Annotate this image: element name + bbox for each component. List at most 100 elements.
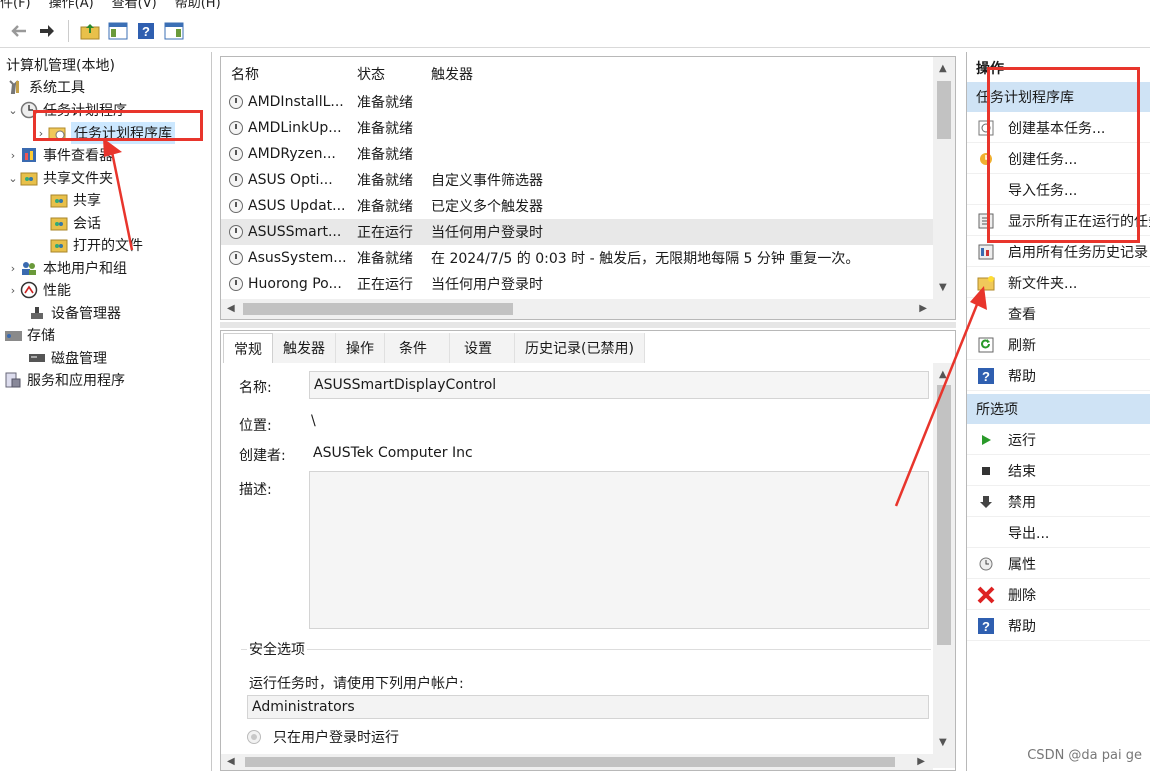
author-label: 创建者: [239,448,286,464]
task-row[interactable]: AsusSystem... 准备就绪 在 2024/7/5 的 0:03 时 - 触… [221,245,933,271]
column-header-name[interactable]: 名称 [231,61,341,87]
forward-arrow-icon[interactable] [36,20,58,42]
menu-file[interactable]: 件(F) [0,0,31,11]
description-field[interactable] [309,471,929,629]
chevron-right-icon[interactable]: › [6,262,20,275]
action-item[interactable]: 查看 [967,299,1150,329]
scroll-right-icon[interactable]: ▶ [919,303,927,314]
tools-icon [6,79,24,95]
tree-item-open-files[interactable]: 打开的文件 [50,234,143,256]
chevron-right-icon[interactable]: › [34,127,48,140]
tree-item-storage[interactable]: 存储 [4,324,55,346]
task-row[interactable]: AMDLinkUp... 准备就绪 [221,115,933,141]
task-name: ASUS Opti... [248,172,333,188]
chevron-down-icon[interactable]: ⌄ [6,104,20,117]
tree-item-event-viewer[interactable]: › 事件查看器 [6,144,113,166]
tab-conditions[interactable]: 条件 [385,333,450,363]
tree-item-device-manager[interactable]: 设备管理器 [28,302,121,324]
tree-item-computer-management[interactable]: 计算机管理(本地) [6,54,115,76]
action-item[interactable]: 删除 [967,580,1150,610]
tree-item-performance[interactable]: › 性能 [6,279,71,301]
actions-section-selected[interactable]: 所选项 [967,394,1150,424]
tree-item-task-library[interactable]: › 任务计划程序库 [34,122,175,144]
action-item[interactable]: ? 帮助 [967,361,1150,391]
run-as-user-field[interactable]: Administrators [247,695,929,719]
scrollbar-thumb[interactable] [243,303,513,315]
action-label: 显示所有正在运行的任务 [1008,213,1150,230]
help-icon[interactable]: ? [135,20,157,42]
task-row[interactable]: Huorong Po... 正在运行 当任何用户登录时 [221,271,933,297]
radio-button[interactable] [247,730,261,744]
details-horizontal-scrollbar[interactable]: ◀ ▶ [221,754,933,770]
tab-general[interactable]: 常规 [223,333,273,363]
actions-section-library[interactable]: 任务计划程序库 [967,82,1150,112]
scroll-up-icon[interactable]: ▲ [939,369,947,380]
action-item[interactable]: 创建任务... [967,144,1150,174]
tree-item-local-users[interactable]: › 本地用户和组 [6,257,127,279]
task-row[interactable]: AMDInstallL... 准备就绪 [221,89,933,115]
chevron-right-icon[interactable]: › [6,284,20,297]
action-item[interactable]: 启用所有任务历史记录 [967,237,1150,267]
action-label: 删除 [1008,587,1036,604]
action-item[interactable]: 禁用 [967,487,1150,517]
tree-item-shares[interactable]: 共享 [50,189,101,211]
back-arrow-icon[interactable] [8,20,30,42]
tree-item-shared-folders[interactable]: ⌄ 共享文件夹 [6,167,113,189]
action-item[interactable]: ? 帮助 [967,611,1150,641]
menu-view[interactable]: 查看(V) [112,0,157,11]
scrollbar-thumb[interactable] [937,385,951,645]
chevron-down-icon[interactable]: ⌄ [6,172,20,185]
create-task-icon [976,149,996,169]
svg-text:?: ? [982,619,990,634]
up-folder-icon[interactable] [79,20,101,42]
task-name: AMDInstallL... [248,94,344,110]
column-header-trigger[interactable]: 触发器 [431,61,631,87]
scrollbar-thumb[interactable] [937,81,951,139]
scroll-up-icon[interactable]: ▲ [939,63,947,74]
horizontal-scrollbar[interactable]: ◀ ▶ [221,299,955,319]
action-item[interactable]: 新文件夹... [967,268,1150,298]
task-status: 准备就绪 [357,95,413,111]
tree-item-disk-management[interactable]: 磁盘管理 [28,347,107,369]
pane-splitter[interactable] [220,322,956,328]
tree-item-services-apps[interactable]: 服务和应用程序 [4,369,125,391]
tab-actions[interactable]: 操作 [336,333,385,363]
tree-item-task-scheduler[interactable]: ⌄ 任务计划程序 [6,99,127,121]
scroll-left-icon[interactable]: ◀ [227,756,235,767]
scrollbar-thumb[interactable] [245,757,895,767]
column-header-status[interactable]: 状态 [357,61,427,87]
tab-history[interactable]: 历史记录(已禁用) [515,333,645,363]
only-when-logged-on-option[interactable]: 只在用户登录时运行 [247,727,399,747]
action-item[interactable]: 运行 [967,425,1150,455]
tab-settings[interactable]: 设置 [450,333,515,363]
tree-item-sessions[interactable]: 会话 [50,212,101,234]
name-field[interactable]: ASUSSmartDisplayControl [309,371,929,399]
task-row[interactable]: ASUS Opti... 准备就绪 自定义事件筛选器 [221,167,933,193]
task-row[interactable]: ASUS Updat... 准备就绪 已定义多个触发器 [221,193,933,219]
toolbar-separator [68,19,69,42]
action-item[interactable]: 创建基本任务... [967,113,1150,143]
action-item[interactable]: 显示所有正在运行的任务 [967,206,1150,236]
scroll-down-icon[interactable]: ▼ [939,737,947,748]
task-row[interactable]: AMDRyzen... 准备就绪 [221,141,933,167]
action-label: 帮助 [1008,368,1036,385]
vertical-scrollbar[interactable]: ▲ ▼ [933,57,955,319]
details-vertical-scrollbar[interactable]: ▲ ▼ [933,363,955,768]
chevron-right-icon[interactable]: › [6,149,20,162]
show-hide-action-pane-icon[interactable] [163,20,185,42]
show-hide-tree-icon[interactable] [107,20,129,42]
action-item[interactable]: 导出... [967,518,1150,548]
scroll-down-icon[interactable]: ▼ [939,282,947,293]
action-item[interactable]: 刷新 [967,330,1150,360]
action-item[interactable]: 导入任务... [967,175,1150,205]
task-row[interactable]: ASUSSmart... 正在运行 当任何用户登录时 [221,219,933,245]
action-item[interactable]: 结束 [967,456,1150,486]
menu-action[interactable]: 操作(A) [49,0,94,11]
scroll-left-icon[interactable]: ◀ [227,303,235,314]
tab-triggers[interactable]: 触发器 [273,333,336,363]
action-label: 启用所有任务历史记录 [1008,244,1148,261]
scroll-right-icon[interactable]: ▶ [917,756,925,767]
tree-item-system-tools[interactable]: 系统工具 [6,76,85,98]
action-item[interactable]: 属性 [967,549,1150,579]
menu-help[interactable]: 帮助(H) [175,0,221,11]
